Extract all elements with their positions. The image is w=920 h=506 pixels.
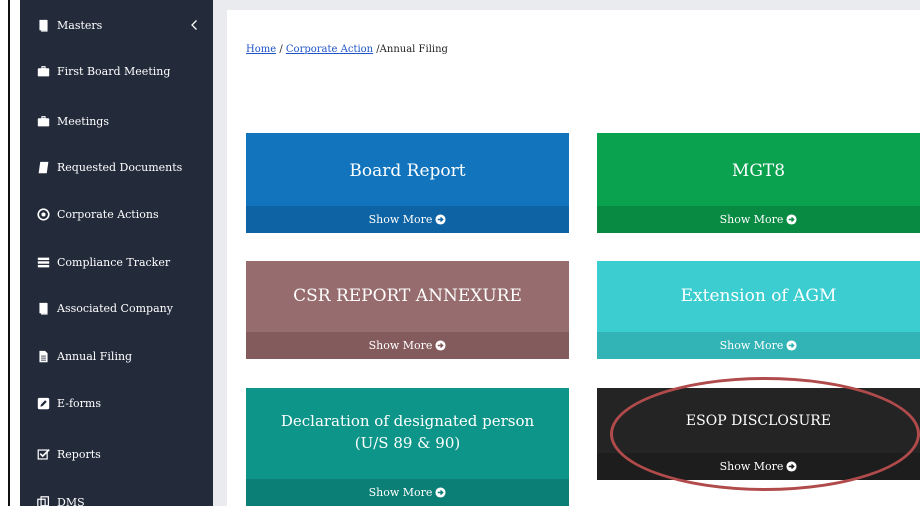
sidebar-item-dms[interactable]: DMS [20,482,213,506]
show-more-button[interactable]: Show More [246,206,569,233]
sidebar-item-masters[interactable]: Masters [20,5,213,45]
list-icon [37,256,50,269]
extension-of-agm-card[interactable]: Extension of AGM Show More [597,261,920,359]
esop-disclosure-card[interactable]: ESOP DISCLOSURE Show More [597,388,920,480]
content-gutter [213,0,227,506]
sidebar-item-label: Requested Documents [57,160,183,174]
show-more-button[interactable]: Show More [597,206,920,233]
arrow-circle-right-icon [435,340,446,351]
breadcrumb-home-link[interactable]: Home [246,44,276,55]
show-more-button[interactable]: Show More [246,479,569,506]
sidebar-item-annual-filing[interactable]: Annual Filing [20,336,213,376]
book-icon [37,302,50,315]
sidebar-item-label: First Board Meeting [57,64,171,78]
card-title: Declaration of designated person (U/S 89… [246,410,569,454]
briefcase-icon [37,115,50,128]
show-more-label: Show More [719,339,784,352]
arrow-circle-right-icon [435,214,446,225]
show-more-button[interactable]: Show More [246,332,569,359]
card-title-line2: (U/S 89 & 90) [354,434,461,452]
file-icon [37,350,50,363]
sidebar-item-label: Meetings [57,114,109,128]
card-title-line1: Declaration of designated person [280,412,535,430]
sidebar-item-label: E-forms [57,396,101,410]
breadcrumb-corporate-action-link[interactable]: Corporate Action [286,44,373,55]
left-edge [0,0,20,506]
breadcrumb-current: /Annual Filing [373,44,448,55]
copy-icon [37,495,50,506]
chevron-left-icon[interactable] [190,19,199,31]
card-title: CSR REPORT ANNEXURE [293,286,522,306]
sidebar-item-label: Annual Filing [57,349,133,363]
briefcase-icon [37,65,50,78]
sidebar-item-meetings[interactable]: Meetings [20,101,213,141]
top-gutter [213,0,920,10]
sidebar-item-compliance-tracker[interactable]: Compliance Tracker [20,242,213,282]
card-title: MGT8 [731,161,786,181]
show-more-button[interactable]: Show More [597,453,920,480]
show-more-label: Show More [719,460,784,473]
sidebar-item-e-forms[interactable]: E-forms [20,383,213,423]
book-icon [37,19,50,32]
sidebar-item-label: Reports [57,447,101,461]
book-icon [37,161,50,174]
breadcrumb: Home / Corporate Action /Annual Filing [246,44,448,55]
mgt8-card[interactable]: MGT8 Show More [597,133,920,233]
arrow-circle-right-icon [435,487,446,498]
card-title: Extension of AGM [680,286,837,306]
show-more-label: Show More [368,339,433,352]
card-title: Board Report [349,161,466,181]
arrow-circle-right-icon [786,340,797,351]
show-more-label: Show More [368,213,433,226]
sidebar-item-requested-documents[interactable]: Requested Documents [20,147,213,187]
board-report-card[interactable]: Board Report Show More [246,133,569,233]
sidebar-item-corporate-actions[interactable]: Corporate Actions [20,194,213,234]
edit-icon [37,397,50,410]
arrow-circle-right-icon [786,461,797,472]
sidebar-item-label: Compliance Tracker [57,255,171,269]
sidebar-item-label: DMS [57,495,85,506]
sidebar-item-reports[interactable]: Reports [20,434,213,474]
show-more-label: Show More [368,486,433,499]
declaration-designated-person-card[interactable]: Declaration of designated person (U/S 89… [246,388,569,506]
breadcrumb-separator: / [276,44,286,55]
sidebar-item-label: Masters [57,18,103,32]
sidebar-item-label: Corporate Actions [57,207,159,221]
sidebar-item-first-board-meeting[interactable]: First Board Meeting [20,51,213,91]
show-more-button[interactable]: Show More [597,332,920,359]
arrow-circle-right-icon [786,214,797,225]
check-square-icon [37,448,50,461]
circle-dot-icon [37,207,50,221]
sidebar-item-associated-company[interactable]: Associated Company [20,288,213,328]
main-content: Home / Corporate Action /Annual Filing B… [227,10,920,506]
csr-report-annexure-card[interactable]: CSR REPORT ANNEXURE Show More [246,261,569,359]
sidebar: Masters First Board Meeting Meetings Req… [20,0,213,506]
show-more-label: Show More [719,213,784,226]
card-title: ESOP DISCLOSURE [685,413,832,429]
sidebar-item-label: Associated Company [57,301,173,315]
